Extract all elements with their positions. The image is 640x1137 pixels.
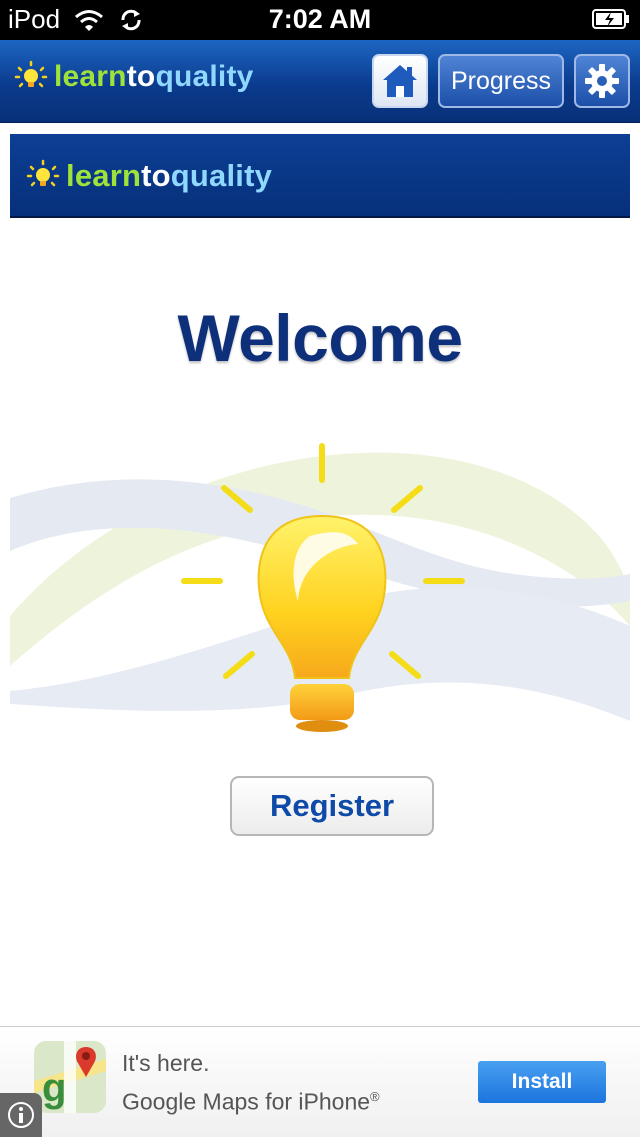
status-bar: iPod 7:02 AM: [0, 0, 640, 40]
content-banner: learn to quality: [10, 134, 630, 218]
gear-icon: [585, 64, 619, 98]
svg-text:g: g: [42, 1066, 66, 1110]
lightbulb-hero-illustration: [10, 443, 630, 732]
home-button[interactable]: [372, 54, 428, 108]
ad-banner[interactable]: g It's here. Google Maps for iPhone® Ins…: [0, 1026, 640, 1137]
logo-text-quality: quality: [155, 60, 254, 93]
logo-text-quality: quality: [170, 158, 273, 193]
logo-text-to: to: [141, 158, 171, 193]
status-time: 7:02 AM: [268, 4, 372, 34]
header-logo: learn to quality: [14, 60, 254, 94]
ad-text: It's here. Google Maps for iPhone®: [122, 1047, 380, 1119]
logo-text-learn: learn: [54, 60, 127, 93]
progress-button[interactable]: Progress: [438, 54, 564, 108]
google-maps-app-icon: g: [34, 1041, 106, 1113]
ad-headline: It's here.: [122, 1050, 210, 1076]
install-button[interactable]: Install: [478, 1061, 606, 1103]
info-icon: [8, 1102, 34, 1128]
home-icon: [383, 65, 417, 97]
ad-info-button[interactable]: [0, 1093, 42, 1137]
app-header: learn to quality Progress: [0, 40, 640, 123]
register-button[interactable]: Register: [230, 776, 434, 836]
logo-text-to: to: [126, 60, 156, 93]
ad-subline: Google Maps for iPhone®: [122, 1080, 380, 1119]
logo-text-learn: learn: [66, 158, 142, 193]
settings-button[interactable]: [574, 54, 630, 108]
welcome-title: Welcome: [177, 301, 463, 375]
banner-logo: learn to quality: [26, 158, 272, 194]
ad-product-name: Google Maps for iPhone: [122, 1088, 371, 1115]
lightbulb-logo-icon: [14, 60, 48, 88]
battery-icon: [592, 9, 629, 29]
lightbulb-logo-icon: [26, 159, 60, 187]
registered-mark: ®: [370, 1089, 380, 1104]
